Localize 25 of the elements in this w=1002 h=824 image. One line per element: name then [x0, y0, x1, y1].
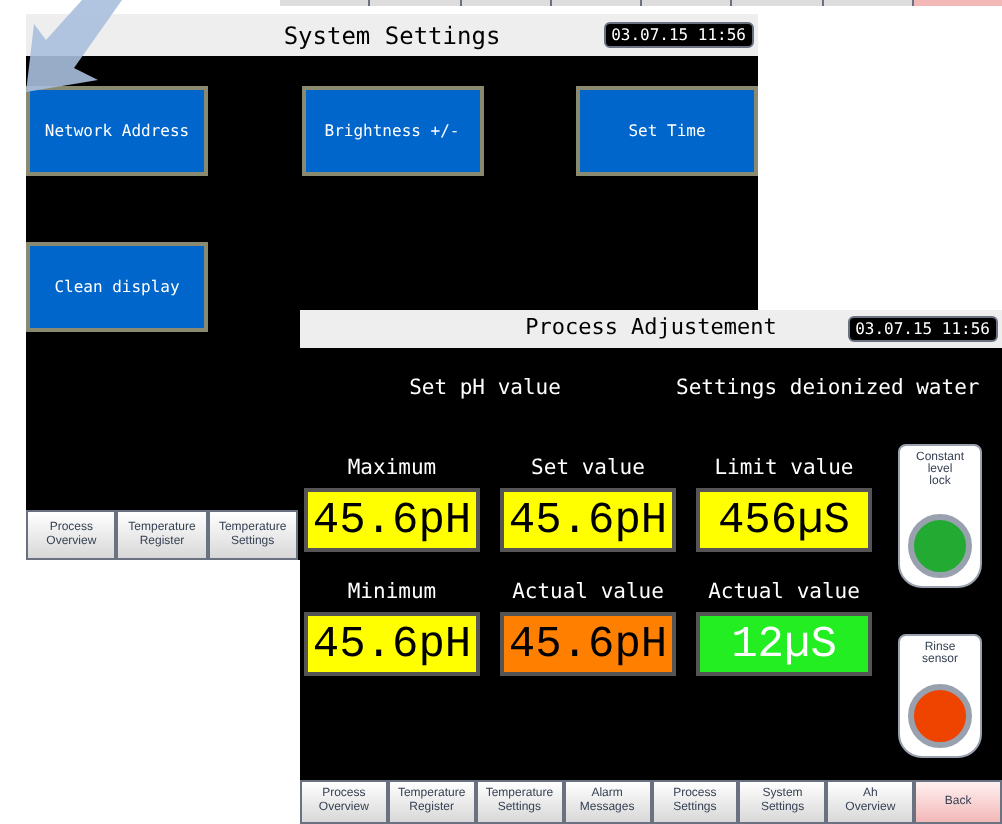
window-title: Process Adjustement	[525, 312, 777, 345]
field-label: Limit value	[714, 456, 854, 482]
settings-button[interactable]: Network Address	[26, 86, 208, 176]
field-label: Actual value	[512, 580, 664, 606]
section-heading: Settings deionized water	[674, 374, 982, 404]
section-heading: Set pH value	[407, 374, 563, 404]
value-display: 45.6pH	[304, 612, 480, 676]
window-title: System Settings	[283, 19, 501, 53]
value-display: 45.6pH	[500, 612, 676, 676]
value-display: 12µS	[696, 612, 872, 676]
arrow-icon	[26, 0, 126, 92]
settings-button[interactable]: Brightness +/-	[301, 86, 483, 176]
field-label: Actual value	[708, 580, 860, 606]
value-display: 456µS	[696, 488, 872, 552]
value-display: 45.6pH	[304, 488, 480, 552]
datetime-badge: 03.07.15 11:56	[847, 316, 998, 342]
datetime-badge: 03.07.15 11:56	[603, 22, 754, 48]
indicator-lamp[interactable]	[908, 684, 972, 748]
field-label: Maximum	[347, 456, 437, 482]
value-display: 45.6pH	[500, 488, 676, 552]
settings-button[interactable]: Set Time	[576, 86, 758, 176]
field-label: Set value	[531, 456, 645, 482]
settings-button[interactable]: Clean display	[26, 242, 208, 332]
field-label: Minimum	[347, 580, 437, 606]
indicator-lamp[interactable]	[908, 514, 972, 578]
